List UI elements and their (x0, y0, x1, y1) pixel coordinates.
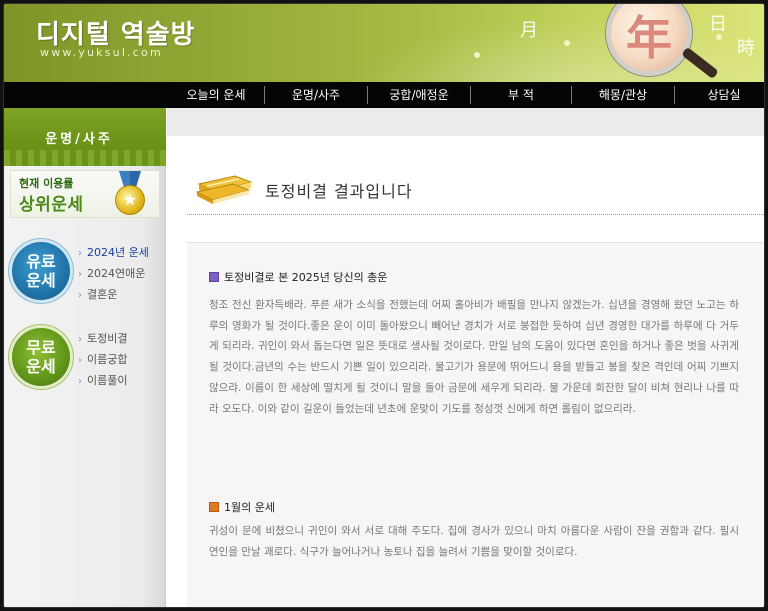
free-fortune-badge: 무료 운세 (12, 328, 70, 386)
sidebar-link-label: 이름풀이 (87, 374, 128, 387)
sidebar-link-label: 토정비결 (87, 332, 128, 345)
banner-small-text: 현재 이용률 (19, 177, 74, 190)
sidebar-link-label: 결혼운 (87, 288, 118, 301)
result-content-box: 토정비결로 본 2025년 당신의 총운 청조 전신 환자득배라. 푸른 새가 … (187, 242, 764, 607)
paid-badge-line2: 운세 (26, 271, 56, 290)
chevron-right-icon: › (78, 248, 82, 259)
star-medal-icon: ★ (115, 185, 145, 215)
sidebar-link-tojeong[interactable]: › 토정비결 (78, 328, 127, 349)
page-title: 토정비결 결과입니다 (265, 182, 413, 201)
free-badge-line2: 운세 (26, 357, 56, 376)
section-heading-text: 1월의 운세 (224, 501, 275, 514)
paid-badge-line1: 유료 (26, 252, 56, 271)
site-header: 디지털 역술방 www.yuksul.com 月 年 日 時 (4, 4, 764, 82)
paid-fortune-badge: 유료 운세 (12, 242, 70, 300)
free-badge-line1: 무료 (26, 338, 56, 357)
chevron-right-icon: › (78, 269, 82, 280)
book-stack-icon (195, 175, 253, 204)
section-heading-january: 1월의 운세 (209, 499, 275, 515)
main-content: 토정비결 결과입니다 토정비결로 본 2025년 당신의 총운 청조 전신 환자… (167, 108, 764, 607)
left-sidebar: 운명/사주 현재 이용률 상위운세 ★ 유료 운세 › 2024년 운세 › 202… (4, 108, 166, 607)
title-divider (187, 214, 764, 215)
nav-item-today-fortune[interactable]: 오늘의 운세 (168, 82, 264, 108)
top-usage-banner[interactable]: 현재 이용률 상위운세 ★ (10, 170, 160, 218)
sidebar-link-marriage[interactable]: › 결혼운 (78, 284, 149, 305)
sidebar-link-name-reading[interactable]: › 이름풀이 (78, 370, 127, 391)
nav-item-destiny-saju[interactable]: 운명/사주 (265, 82, 367, 108)
chevron-right-icon: › (78, 355, 82, 366)
top-nav: 오늘의 운세 운명/사주 궁합/애정운 부 적 해몽/관상 상담실 (4, 82, 764, 108)
main-top-band (167, 108, 764, 136)
decor-dot (474, 52, 480, 58)
orange-bullet-icon (209, 502, 219, 512)
hanja-year-glyph: 年 (626, 11, 672, 65)
hanja-time-glyph: 時 (737, 38, 755, 59)
sidebar-link-2024-love[interactable]: › 2024연애운 (78, 263, 149, 284)
nav-item-dream-physiognomy[interactable]: 해몽/관상 (572, 82, 674, 108)
decor-dot (564, 40, 570, 46)
banner-big-text: 상위운세 (19, 195, 84, 215)
sidebar-link-label: 2024연애운 (87, 267, 146, 280)
browser-page: 디지털 역술방 www.yuksul.com 月 年 日 時 오늘의 운세 운명… (4, 4, 764, 607)
section-body-annual: 청조 전신 환자득배라. 푸른 새가 소식을 전했는데 어찌 홀아비가 배필을 … (209, 299, 739, 415)
sidebar-link-name-compat[interactable]: › 이름궁합 (78, 349, 127, 370)
sidebar-link-label: 2024년 운세 (87, 246, 149, 259)
purple-bullet-icon (209, 272, 219, 282)
nav-item-consultation[interactable]: 상담실 (675, 82, 764, 108)
sidebar-link-2024-fortune[interactable]: › 2024년 운세 (78, 242, 149, 263)
section-body-january: 귀성이 문에 비쳤으니 귀인이 와서 서로 대해 주도다. 집에 경사가 있으니… (209, 525, 739, 558)
chevron-right-icon: › (78, 376, 82, 387)
nav-item-talisman[interactable]: 부 적 (471, 82, 571, 108)
sidebar-link-label: 이름궁합 (87, 353, 128, 366)
site-logo-url[interactable]: www.yuksul.com (40, 46, 163, 59)
chevron-right-icon: › (78, 290, 82, 301)
nav-item-compatibility[interactable]: 궁합/애정운 (368, 82, 470, 108)
sidebar-title: 운명/사주 (45, 132, 113, 147)
paid-fortune-links: › 2024년 운세 › 2024연애운 › 결혼운 (78, 242, 149, 305)
chevron-right-icon: › (78, 334, 82, 345)
sidebar-title-bar: 운명/사주 (4, 108, 166, 166)
hanja-day-glyph: 日 (709, 14, 727, 35)
free-fortune-links: › 토정비결 › 이름궁합 › 이름풀이 (78, 328, 127, 391)
section-heading-annual: 토정비결로 본 2025년 당신의 총운 (209, 269, 387, 285)
hanja-month-glyph: 月 (520, 20, 538, 41)
section-heading-text: 토정비결로 본 2025년 당신의 총운 (224, 271, 388, 284)
